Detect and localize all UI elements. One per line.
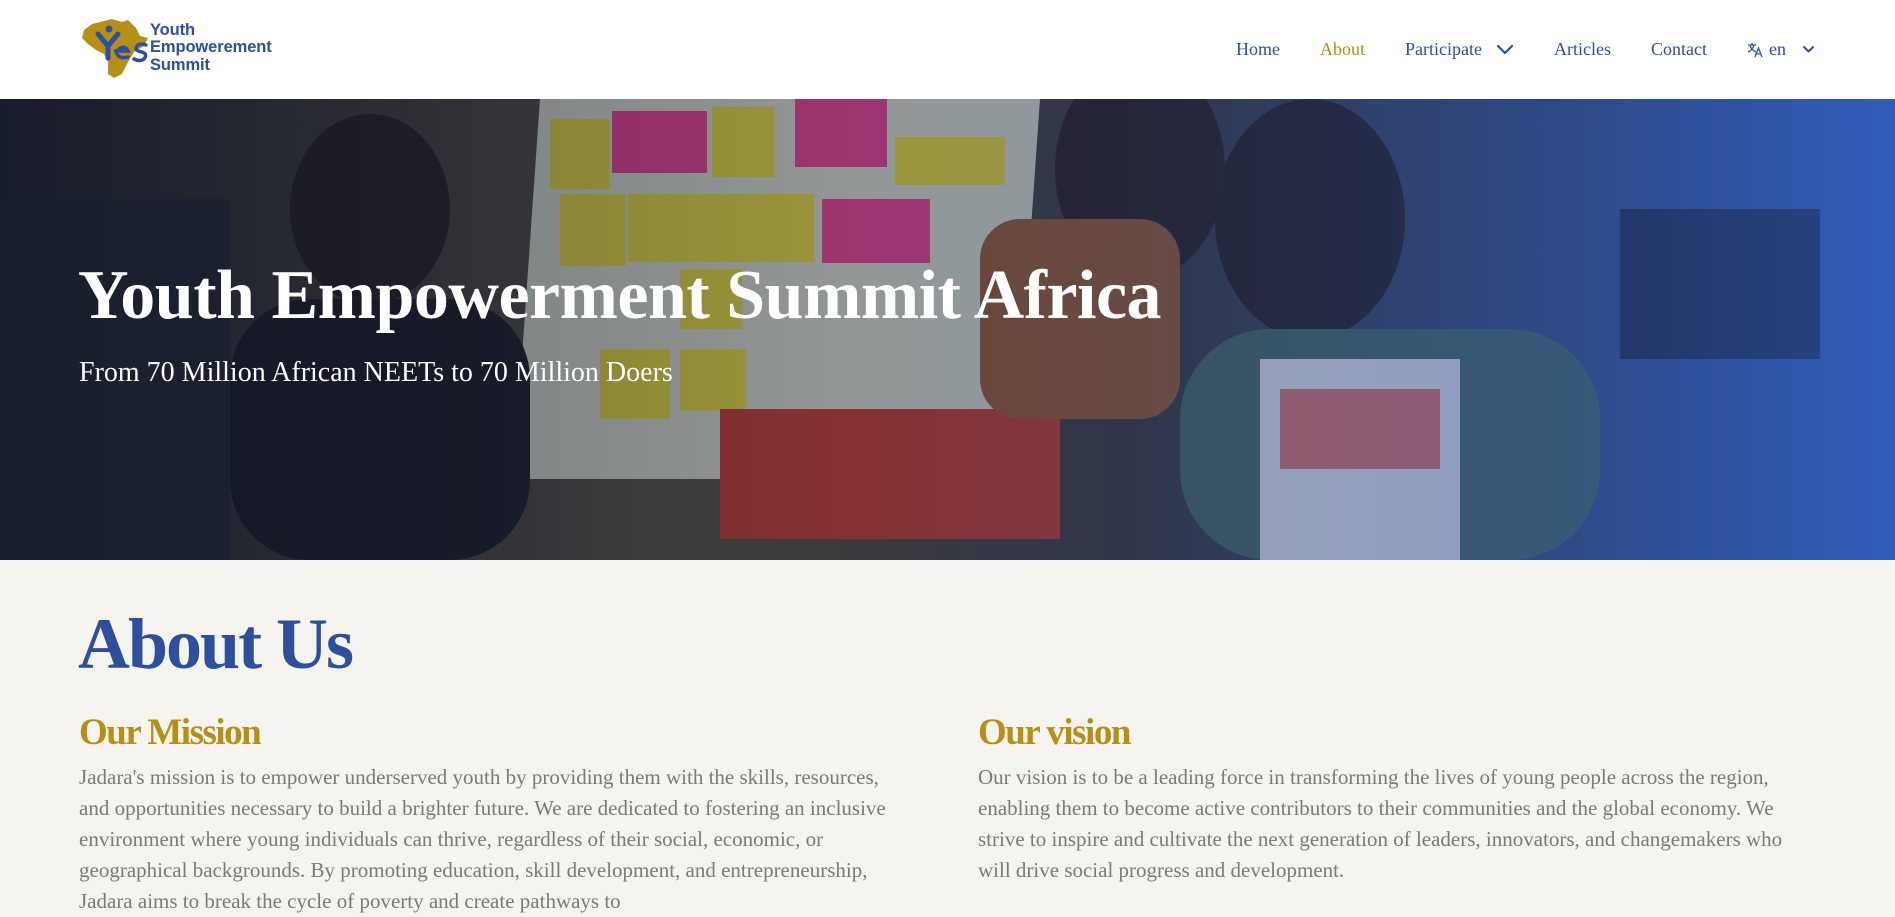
nav-home[interactable]: Home — [1236, 39, 1280, 60]
translate-icon — [1747, 42, 1763, 57]
site-logo[interactable]: Youth Empowerement Summit — [78, 16, 298, 80]
hero-title: Youth Empowerment Summit Africa — [78, 257, 1162, 334]
logo-line-youth: Youth — [150, 20, 196, 39]
mission-title: Our Mission — [79, 712, 262, 753]
nav-about[interactable]: About — [1320, 39, 1365, 60]
nav-contact[interactable]: Contact — [1651, 39, 1707, 60]
logo-line-empowerement: Empowerement — [150, 38, 272, 57]
language-label: en — [1769, 39, 1786, 59]
logo-text: Youth Empowerement Summit — [150, 20, 272, 75]
hero-subtitle: From 70 Million African NEETs to 70 Mill… — [79, 357, 673, 388]
chevron-down-icon — [1496, 44, 1514, 54]
language-selector[interactable]: en — [1747, 39, 1815, 60]
chevron-down-icon — [1803, 46, 1814, 53]
about-title: About Us — [78, 604, 354, 684]
logo-mark — [82, 19, 148, 78]
nav-participate-label: Participate — [1405, 39, 1483, 59]
main-nav: Home About Participate Articles Contact … — [1196, 0, 1815, 99]
nav-participate[interactable]: Participate — [1405, 39, 1514, 60]
vision-body: Our vision is to be a leading force in t… — [978, 765, 1783, 882]
vision-title: Our vision — [978, 712, 1131, 753]
site-header: Youth Empowerement Summit Home About Par… — [0, 0, 1895, 99]
nav-articles[interactable]: Articles — [1554, 39, 1611, 60]
mission-body: Jadara's mission is to empower underserv… — [79, 765, 886, 913]
logo-line-summit: Summit — [150, 55, 210, 74]
vision-section: Our vision Our vision is to be a leading… — [978, 712, 1818, 886]
mission-section: Our Mission Jadara's mission is to empow… — [79, 712, 909, 917]
hero-banner: Youth Empowerment Summit Africa From 70 … — [0, 99, 1895, 560]
